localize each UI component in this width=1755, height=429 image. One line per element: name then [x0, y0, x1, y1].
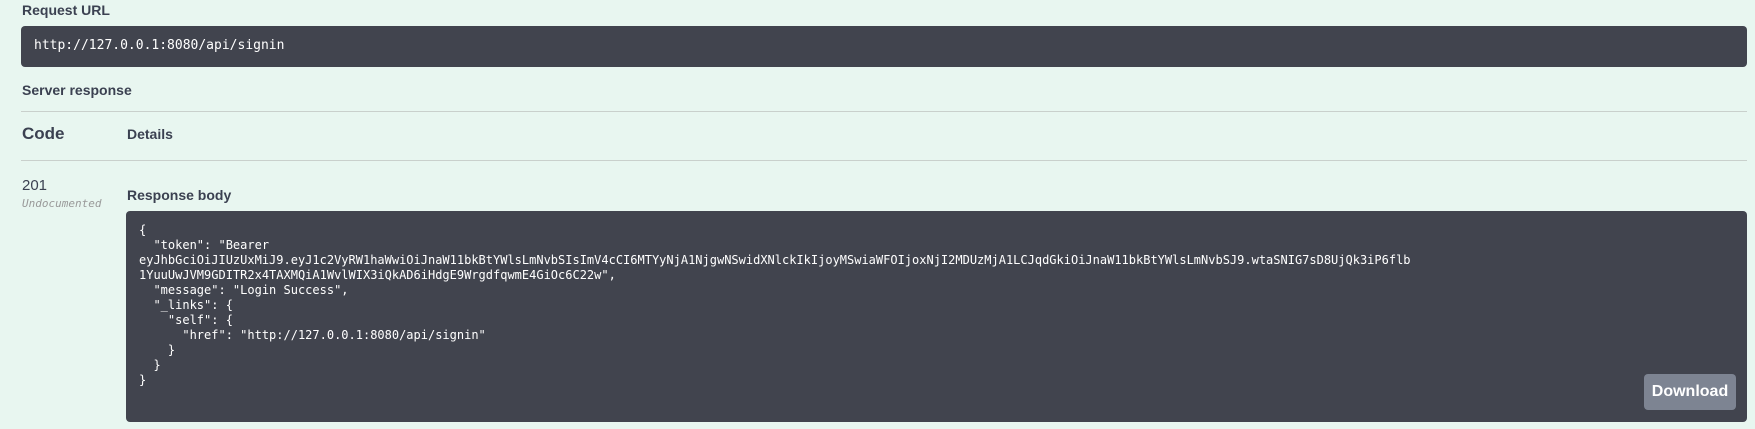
- response-body-container[interactable]: { "token": "Bearer eyJhbGciOiJIUzUxMiJ9.…: [126, 211, 1747, 422]
- request-url-label: Request URL: [22, 2, 110, 18]
- download-button[interactable]: Download: [1644, 374, 1736, 410]
- server-response-label: Server response: [22, 82, 132, 98]
- undocumented-note: Undocumented: [22, 197, 102, 210]
- code-column-header: Code: [22, 124, 65, 143]
- response-body-label: Response body: [127, 187, 232, 203]
- response-status-code: 201: [22, 177, 48, 194]
- responses-panel: Request URL http://127.0.0.1:8080/api/si…: [0, 0, 1755, 429]
- header-divider: [21, 111, 1747, 112]
- details-column-header: Details: [127, 126, 173, 142]
- table-divider: [21, 160, 1747, 161]
- request-url-field[interactable]: http://127.0.0.1:8080/api/signin: [21, 26, 1747, 67]
- response-body-json[interactable]: { "token": "Bearer eyJhbGciOiJIUzUxMiJ9.…: [139, 223, 1734, 388]
